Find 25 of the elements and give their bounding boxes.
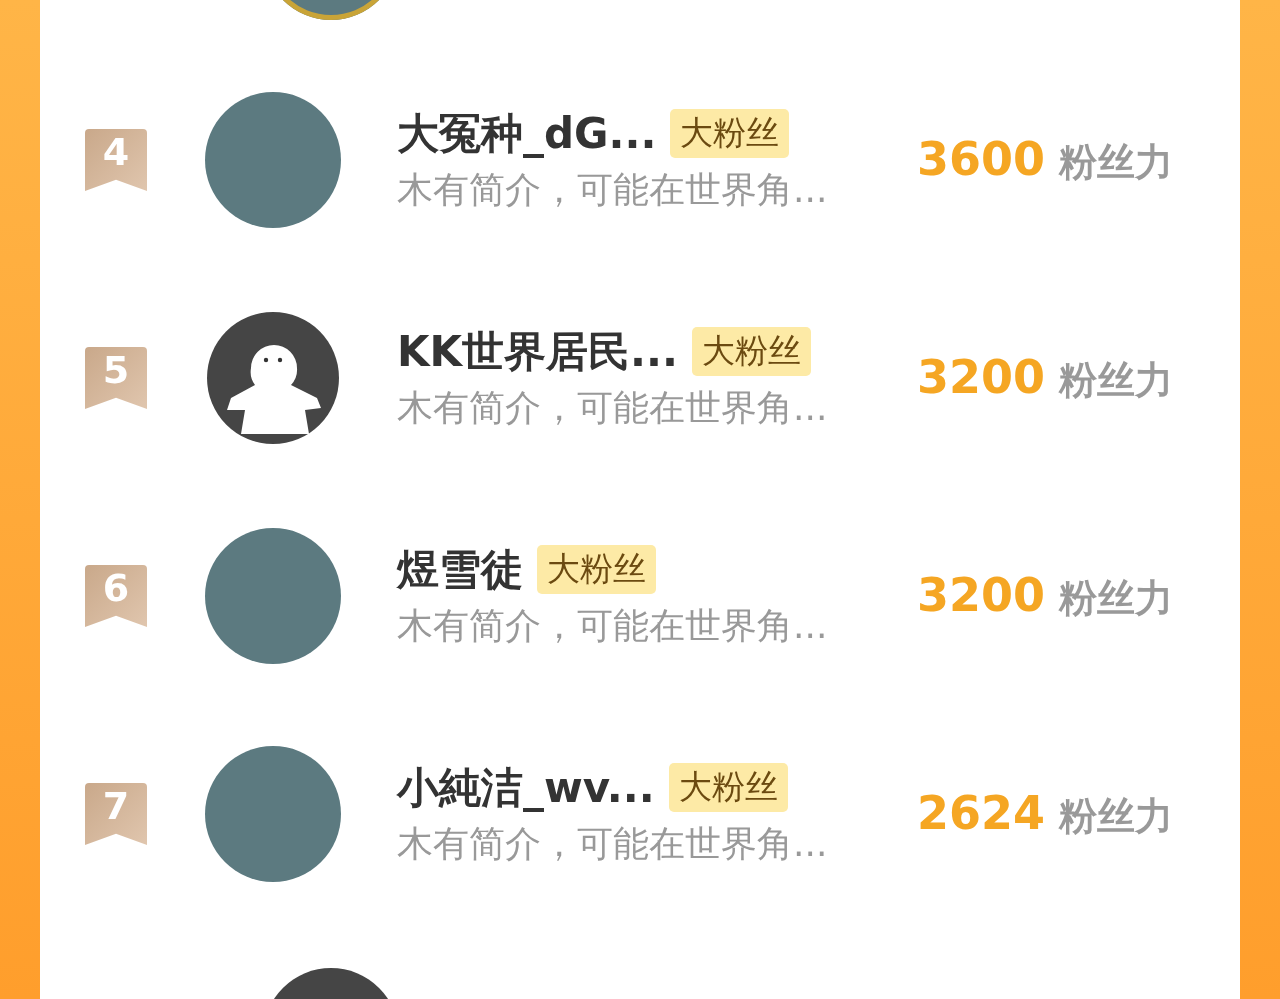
user-name: 小純洁_wv... xyxy=(397,761,655,814)
user-name: 煜雪徒 xyxy=(397,543,523,596)
score-unit: 粉丝力 xyxy=(1059,139,1174,186)
user-name: KK世界居民... xyxy=(397,325,678,378)
score-unit: 粉丝力 xyxy=(1059,793,1174,840)
fan-level-tag: 大粉丝 xyxy=(670,109,790,158)
fan-score: 3200 xyxy=(917,350,1046,404)
fan-level-tag: 大粉丝 xyxy=(691,327,811,376)
user-name: 大冤种_dG... xyxy=(397,107,657,160)
fan-level-tag: 大粉丝 xyxy=(537,545,656,594)
score-unit: 粉丝力 xyxy=(1059,575,1174,622)
fan-score: 3200 xyxy=(917,568,1046,622)
default-avatar-icon xyxy=(205,310,341,446)
score-unit: 粉丝力 xyxy=(1059,357,1174,404)
fan-score: 3600 xyxy=(917,132,1046,186)
rank-badge: 7 xyxy=(85,783,147,845)
rank-badge: 6 xyxy=(85,565,147,627)
fan-score: 2624 xyxy=(917,786,1046,840)
rank-badge: 4 xyxy=(85,129,147,191)
rank-badge: 5 xyxy=(85,347,147,409)
user-bio: 木有简介，可能在世界角... xyxy=(397,603,829,648)
user-bio: 木有简介，可能在世界角... xyxy=(397,167,829,212)
user-bio: 木有简介，可能在世界角... xyxy=(397,821,829,866)
user-bio: 木有简介，可能在世界角... xyxy=(397,385,829,430)
fan-level-tag: 大粉丝 xyxy=(668,763,788,812)
